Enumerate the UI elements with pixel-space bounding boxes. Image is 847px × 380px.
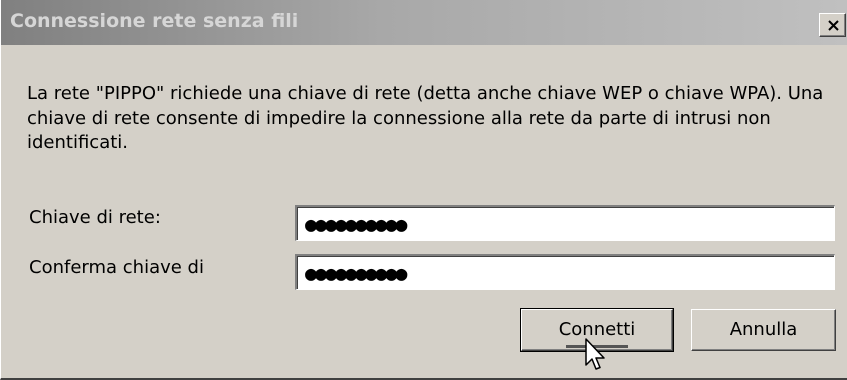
network-key-message: La rete "PIPPO" richiede una chiave di r… — [27, 83, 824, 153]
close-button[interactable] — [819, 13, 846, 37]
network-key-input[interactable]: ●●●●●●●●●● — [295, 205, 835, 241]
focus-indicator — [566, 345, 628, 348]
confirm-key-label: Conferma chiave di — [29, 257, 204, 278]
confirm-key-input[interactable]: ●●●●●●●●●● — [295, 254, 835, 290]
wireless-connection-dialog: Connessione rete senza fili La rete "PIP… — [0, 0, 847, 380]
cancel-button[interactable]: Annulla — [691, 309, 836, 351]
cancel-button-label: Annulla — [729, 319, 798, 340]
network-key-label: Chiave di rete: — [29, 207, 161, 228]
connect-button[interactable]: Connetti — [520, 308, 674, 352]
close-icon — [828, 20, 839, 31]
title-bar[interactable]: Connessione rete senza fili — [1, 0, 847, 45]
connect-button-label: Connetti — [558, 319, 636, 340]
window-title: Connessione rete senza fili — [10, 10, 299, 32]
